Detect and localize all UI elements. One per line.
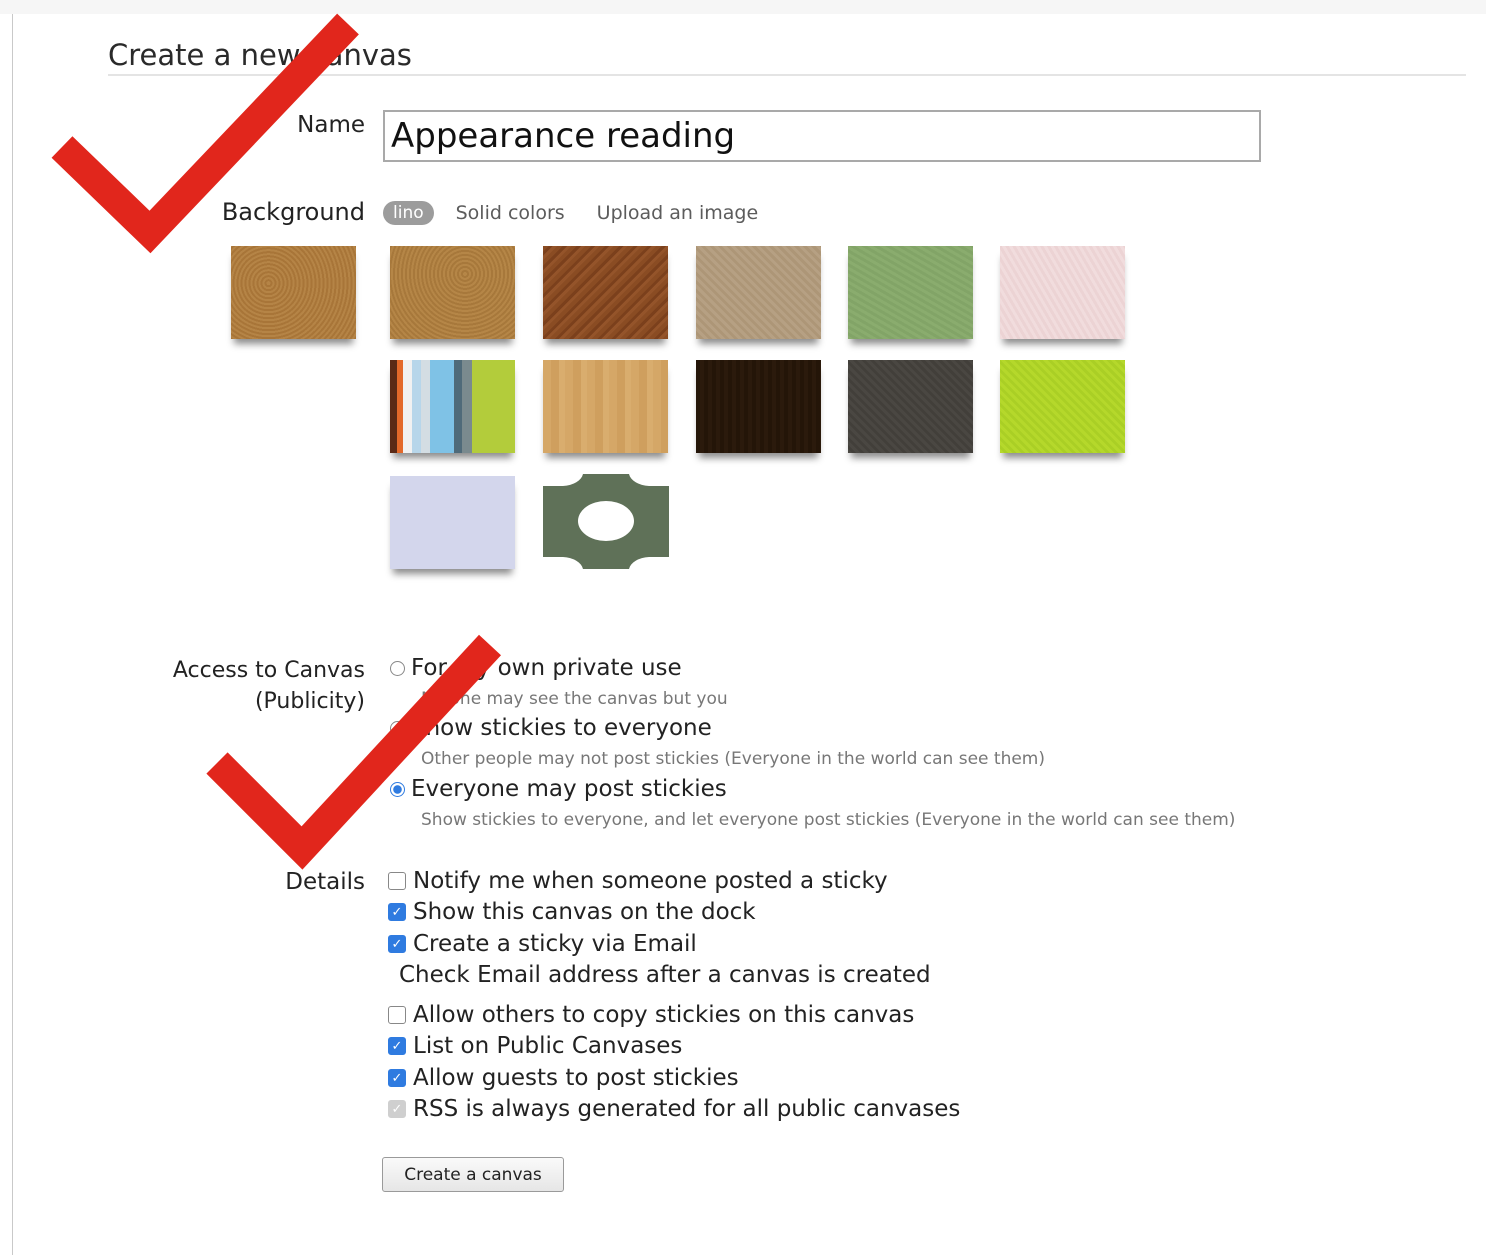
check-mark-icon [206, 634, 502, 870]
annotation-overlay [51, 13, 502, 870]
check-mark-icon [51, 13, 359, 254]
